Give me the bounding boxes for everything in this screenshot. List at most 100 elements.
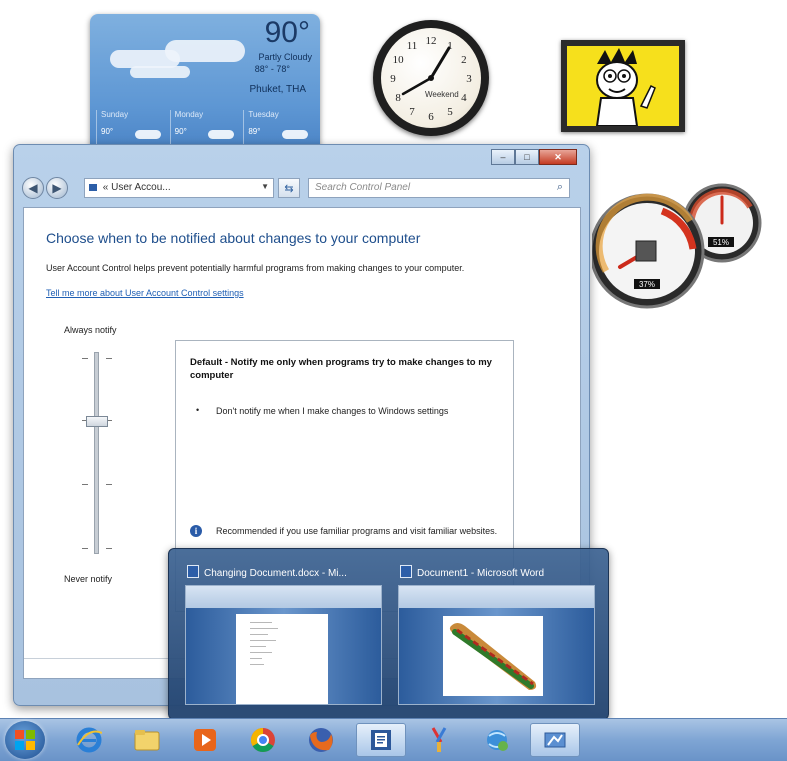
forward-button[interactable]: ▶ [46,177,68,199]
clock-hour-hand [429,46,451,80]
weather-temperature: 90° [264,16,310,49]
weather-location: Phuket, THA [249,84,306,95]
clock-numeral: 3 [466,73,472,85]
page-description: User Account Control helps prevent poten… [46,263,465,273]
recommendation-text: Recommended if you use familiar programs… [216,526,498,536]
search-placeholder: Search Control Panel [315,182,411,193]
clock-numeral: 5 [447,106,453,118]
bullet-icon: • [196,405,200,415]
notification-slider-track[interactable] [94,352,99,554]
address-bar[interactable]: « User Accou... ▼ [84,178,274,198]
back-button[interactable]: ◀ [22,177,44,199]
document-page [443,616,543,696]
clock-label: Weekend [425,90,459,99]
taskbar-internet-explorer[interactable] [64,723,114,757]
forecast-day-name: Sunday [101,110,129,119]
taskbar-thumbnail-popup: Changing Document.docx - Mi... Document1… [168,548,609,720]
setting-heading: Default - Notify me only when programs t… [190,357,492,381]
slider-bottom-label: Never notify [64,574,113,584]
taskbar-explorer[interactable] [122,723,172,757]
chevron-down-icon[interactable]: ▼ [261,182,269,191]
control-panel-icon [544,732,566,748]
caption-buttons: – □ ✕ [491,149,577,165]
setting-bullet-text: Don't notify me when I make changes to W… [216,406,449,416]
cloud-graphic [165,40,245,62]
word-icon [371,730,391,750]
slider-tick [106,358,112,359]
navigation-bar: ◀ ▶ « User Accou... ▼ ⇆ Search Control P… [22,175,581,201]
clock-numeral: 7 [409,106,415,118]
thumbnail-document-changing[interactable]: Changing Document.docx - Mi... [183,565,383,711]
address-prefix: « [102,182,109,193]
windows-logo-icon [15,730,35,750]
taskbar-word[interactable] [356,723,406,757]
clock-gadget[interactable]: 12 1 2 3 4 5 6 7 8 9 10 11 Weekend [373,20,489,136]
thumbnail-document1[interactable]: Document1 - Microsoft Word [396,565,596,711]
cpu-percent-label: 37% [639,280,655,289]
taskbar-chrome[interactable] [238,723,288,757]
slider-tick [106,484,112,485]
page-title: Choose when to be notified about changes… [46,230,421,246]
slider-tick [82,358,88,359]
clock-numeral: 12 [426,35,437,47]
slider-tick [106,548,112,549]
start-button[interactable] [5,721,45,759]
folder-icon [134,730,160,751]
slider-tick [82,548,88,549]
clock-numeral: 10 [393,54,405,66]
network-icon [487,730,508,751]
word-icon [187,565,199,578]
clock-numeral: 11 [407,40,418,52]
weather-range: 88° - 78° [254,64,290,74]
slider-tick [82,484,88,485]
info-icon: i [190,525,202,537]
clock-numeral: 6 [428,111,434,123]
cloud-icon [134,130,161,139]
refresh-button[interactable]: ⇆ [278,178,300,198]
thumbnail-preview [185,585,382,705]
cpu-meter-gadget[interactable]: 37% 51% [592,183,767,315]
clock-numeral: 2 [461,54,467,66]
taskbar-network[interactable] [472,723,522,757]
search-input[interactable]: Search Control Panel ⌕ [308,178,570,198]
firefox-icon [309,728,333,752]
taskbar-control-panel[interactable] [530,723,580,757]
address-text: User Accou... [111,182,171,193]
cloud-icon [208,130,235,139]
taskbar [0,718,787,761]
minimize-button[interactable]: – [491,149,515,165]
clock-dial: 12 1234567891011 [390,35,472,123]
slider-thumb[interactable] [86,415,108,427]
sandwich-image [449,623,537,690]
forecast-day-name: Monday [174,110,204,119]
thumbnail-title: Changing Document.docx - Mi... [187,565,383,579]
cartoon-picture [567,46,679,126]
ribbon-graphic [399,586,594,608]
taskbar-paint[interactable] [414,723,464,757]
search-icon[interactable]: ⌕ [557,181,563,194]
clock-numeral: 9 [390,73,396,85]
internet-explorer-icon [76,727,102,753]
forecast-day-name: Tuesday [248,110,279,119]
paint-icon [431,727,447,752]
document-page [236,614,328,704]
close-button[interactable]: ✕ [539,149,577,165]
cloud-graphic [130,66,190,78]
maximize-button[interactable]: □ [515,149,539,165]
learn-more-link[interactable]: Tell me more about User Account Control … [46,288,244,298]
weather-condition: Partly Cloudy [258,52,312,62]
cartoon-face-icon [595,48,656,126]
media-player-icon [194,729,216,751]
picture-frame-gadget[interactable] [561,40,685,132]
ribbon-graphic [186,586,381,608]
taskbar-media-player[interactable] [180,723,230,757]
memory-percent-label: 51% [713,238,729,247]
flag-icon [89,184,97,191]
thumbnail-preview [398,585,595,705]
thumbnail-title: Document1 - Microsoft Word [400,565,596,579]
slider-top-label: Always notify [64,325,117,335]
taskbar-firefox[interactable] [296,723,346,757]
refresh-icon: ⇆ [284,182,294,195]
clock-numeral: 8 [395,92,401,104]
word-icon [400,565,412,578]
